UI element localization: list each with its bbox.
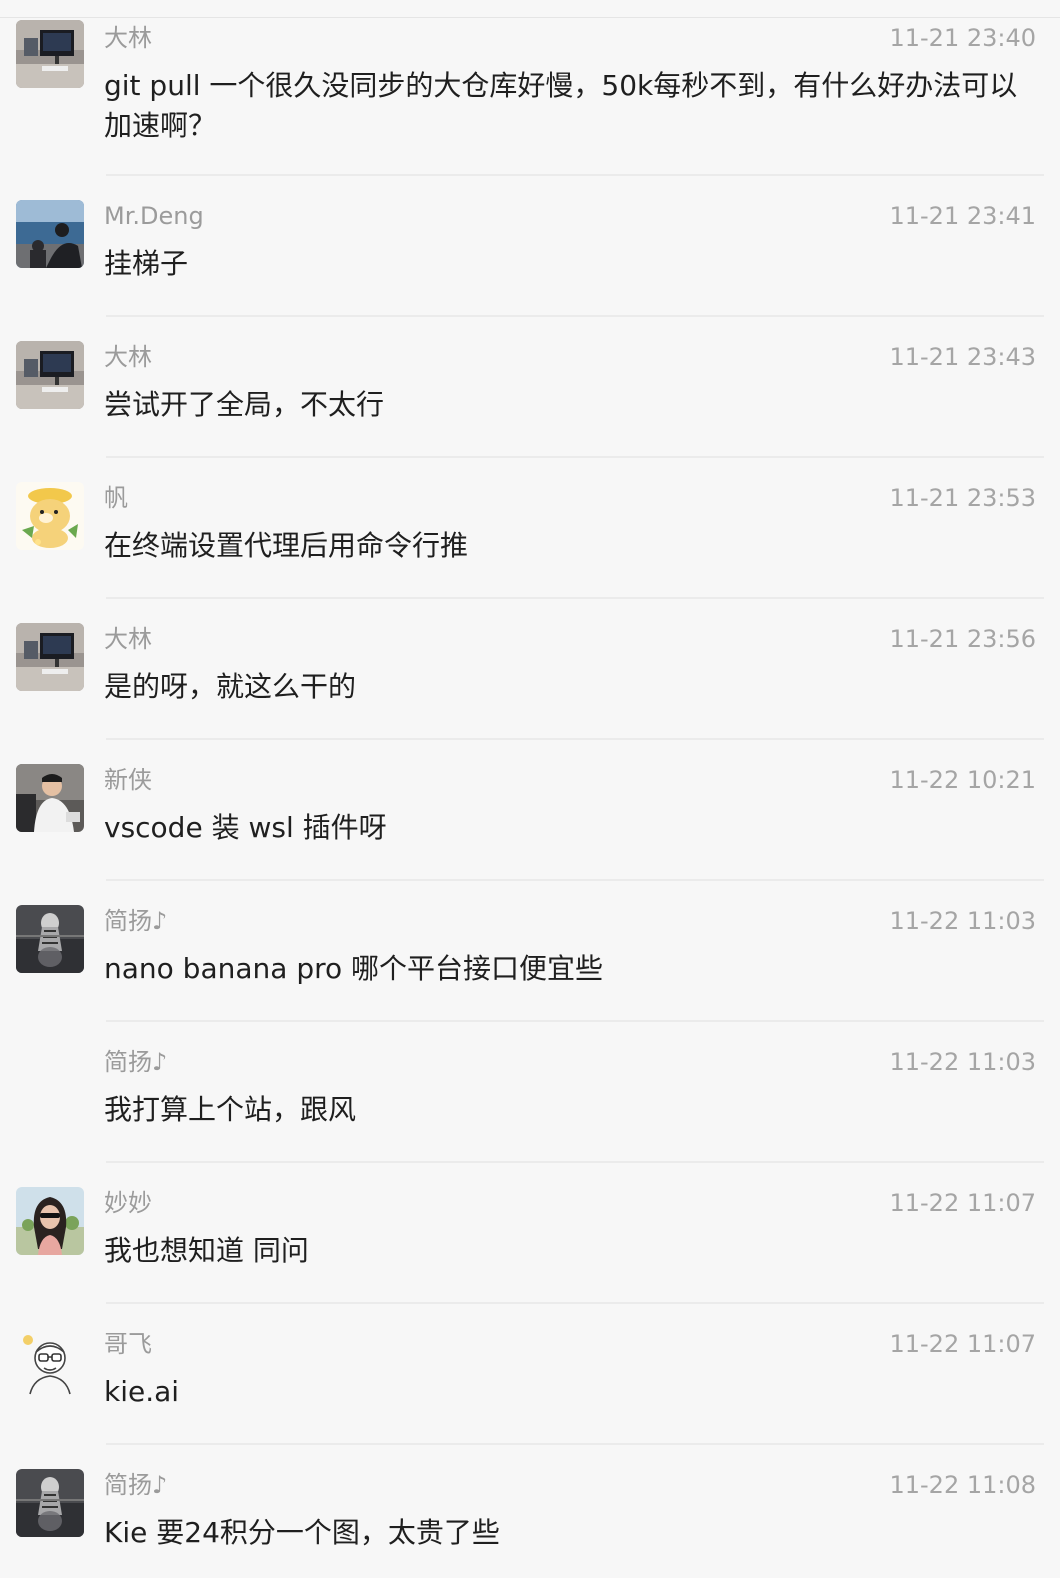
message-text: nano banana pro 哪个平台接口便宜些 xyxy=(104,952,604,985)
desk-monitor-avatar[interactable] xyxy=(16,623,84,691)
sender-name[interactable]: 帆 xyxy=(104,483,128,513)
sender-name[interactable]: 大林 xyxy=(104,342,152,372)
message-text: vscode 装 wsl 插件呀 xyxy=(104,811,387,844)
message-text: 在终端设置代理后用命令行推 xyxy=(104,529,469,562)
sender-name[interactable]: 新侠 xyxy=(104,765,152,795)
tiger-avatar[interactable] xyxy=(16,905,84,973)
message-time: 11-22 11:03 xyxy=(889,907,1036,935)
message-list[interactable]: 大林 11-21 23:40 git pull 一个很久没同步的大仓库好慢，50… xyxy=(0,18,1060,1578)
message-item[interactable]: 简扬♪ 11-22 11:08 Kie 要24积分一个图，太贵了些 xyxy=(0,1445,1060,1578)
cartoon-dog-avatar[interactable] xyxy=(16,482,84,550)
message-time: 11-21 23:53 xyxy=(889,484,1036,512)
message-text: git pull 一个很久没同步的大仓库好慢，50k每秒不到，有什么好办法可以加… xyxy=(104,69,1018,142)
sender-name[interactable]: 大林 xyxy=(104,624,152,654)
message-time: 11-22 10:21 xyxy=(889,766,1036,794)
message-item[interactable]: 简扬♪ 11-22 11:03 nano banana pro 哪个平台接口便宜… xyxy=(0,881,1060,1022)
message-text: 我也想知道 同问 xyxy=(104,1234,309,1267)
message-item[interactable]: 新侠 11-22 10:21 vscode 装 wsl 插件呀 xyxy=(0,740,1060,881)
sender-name[interactable]: 妙妙 xyxy=(104,1188,152,1218)
sender-name[interactable]: Mr.Deng xyxy=(104,201,204,231)
message-time: 11-22 11:07 xyxy=(889,1189,1036,1217)
message-time: 11-21 23:41 xyxy=(889,202,1036,230)
message-item[interactable]: 大林 11-21 23:56 是的呀，就这么干的 xyxy=(0,599,1060,740)
message-item[interactable]: 妙妙 11-22 11:07 我也想知道 同问 xyxy=(0,1163,1060,1304)
seaside-person-avatar[interactable] xyxy=(16,200,84,268)
message-time: 11-22 11:03 xyxy=(889,1048,1036,1076)
message-time: 11-21 23:56 xyxy=(889,625,1036,653)
message-time: 11-21 23:40 xyxy=(889,24,1036,52)
glasses-sketch-avatar[interactable] xyxy=(16,1328,84,1396)
message-item[interactable]: 哥飞 11-22 11:07 kie.ai xyxy=(0,1304,1060,1445)
message-text: Kie 要24积分一个图，太贵了些 xyxy=(104,1516,500,1549)
desk-monitor-avatar[interactable] xyxy=(16,20,84,88)
sender-name[interactable]: 简扬♪ xyxy=(104,906,167,936)
message-item[interactable]: 大林 11-21 23:40 git pull 一个很久没同步的大仓库好慢，50… xyxy=(0,18,1060,176)
man-white-shirt-avatar[interactable] xyxy=(16,764,84,832)
sender-name[interactable]: 哥飞 xyxy=(104,1329,152,1359)
message-item[interactable]: Mr.Deng 11-21 23:41 挂梯子 xyxy=(0,176,1060,317)
desk-monitor-avatar[interactable] xyxy=(16,341,84,409)
message-text: 尝试开了全局，不太行 xyxy=(104,388,385,421)
message-text: 挂梯子 xyxy=(104,247,189,280)
sender-name[interactable]: 大林 xyxy=(104,23,152,53)
message-time: 11-22 11:07 xyxy=(889,1330,1036,1358)
message-text: kie.ai xyxy=(104,1375,180,1408)
sender-name[interactable]: 简扬♪ xyxy=(104,1470,167,1500)
woman-sunglasses-avatar[interactable] xyxy=(16,1187,84,1255)
message-text: 是的呀，就这么干的 xyxy=(104,670,357,703)
message-time: 11-21 23:43 xyxy=(889,343,1036,371)
message-time: 11-22 11:08 xyxy=(889,1471,1036,1499)
sender-name[interactable]: 简扬♪ xyxy=(104,1047,167,1077)
message-text: 我打算上个站，跟风 xyxy=(104,1093,357,1126)
message-item[interactable]: 大林 11-21 23:43 尝试开了全局，不太行 xyxy=(0,317,1060,458)
message-item[interactable]: 帆 11-21 23:53 在终端设置代理后用命令行推 xyxy=(0,458,1060,599)
message-item[interactable]: 简扬♪ 11-22 11:03 我打算上个站，跟风 xyxy=(0,1022,1060,1163)
tiger-avatar[interactable] xyxy=(16,1469,84,1537)
